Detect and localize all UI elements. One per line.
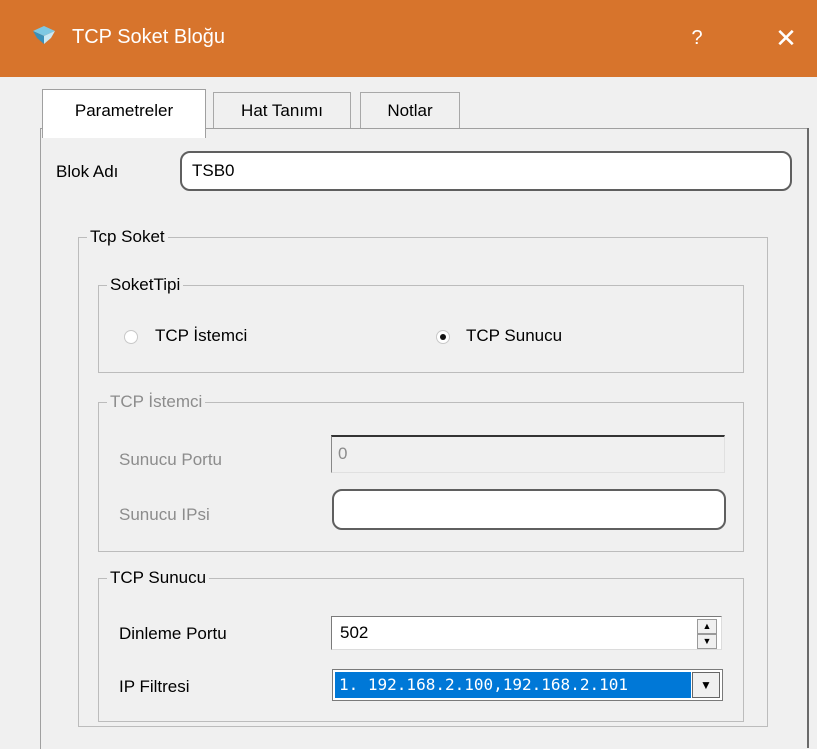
server-ip-label: Sunucu IPsi (119, 505, 210, 524)
listen-port-label: Dinleme Portu (119, 624, 227, 643)
block-name-label: Blok Adı (56, 162, 119, 181)
radio-tcp-server-label[interactable]: TCP Sunucu (466, 326, 562, 346)
socket-type-group: SoketTipi (98, 275, 744, 373)
tcp-server-legend: TCP Sunucu (110, 568, 207, 587)
radio-tcp-server[interactable] (436, 330, 450, 344)
chevron-down-icon[interactable]: ▼ (692, 672, 720, 698)
panel-edge (807, 128, 809, 748)
tab-parametreler[interactable]: Parametreler (42, 89, 206, 138)
ip-filter-dropdown[interactable]: 1. 192.168.2.100,192.168.2.101 ▼ (332, 669, 723, 701)
tcp-socket-legend: Tcp Soket (90, 227, 165, 246)
close-button[interactable]: ✕ (764, 18, 808, 58)
ip-filter-selected[interactable]: 1. 192.168.2.100,192.168.2.101 (335, 672, 691, 698)
tab-notlar[interactable]: Notlar (360, 92, 460, 129)
tcp-client-legend: TCP İstemci (110, 392, 203, 411)
socket-type-legend: SoketTipi (110, 275, 181, 294)
block-name-input[interactable]: TSB0 (180, 151, 792, 191)
spin-down-button[interactable]: ▼ (697, 634, 717, 649)
server-port-label: Sunucu Portu (119, 450, 223, 469)
tab-hat-tanimi[interactable]: Hat Tanımı (213, 92, 351, 129)
radio-tcp-client[interactable] (124, 330, 138, 344)
title-bar[interactable]: TCP Soket Bloğu ? ✕ (0, 0, 817, 77)
help-button[interactable]: ? (680, 20, 714, 56)
spin-up-button[interactable]: ▲ (697, 619, 717, 634)
listen-port-value[interactable]: 502 (340, 623, 368, 642)
window-title: TCP Soket Bloğu (72, 26, 226, 48)
listen-port-input[interactable]: 502 (331, 616, 722, 650)
server-ip-input[interactable] (332, 489, 726, 530)
radio-tcp-client-label[interactable]: TCP İstemci (155, 326, 247, 346)
ip-filter-label: IP Filtresi (119, 677, 190, 696)
server-port-input[interactable]: 0 (331, 435, 725, 473)
app-icon (33, 26, 55, 44)
